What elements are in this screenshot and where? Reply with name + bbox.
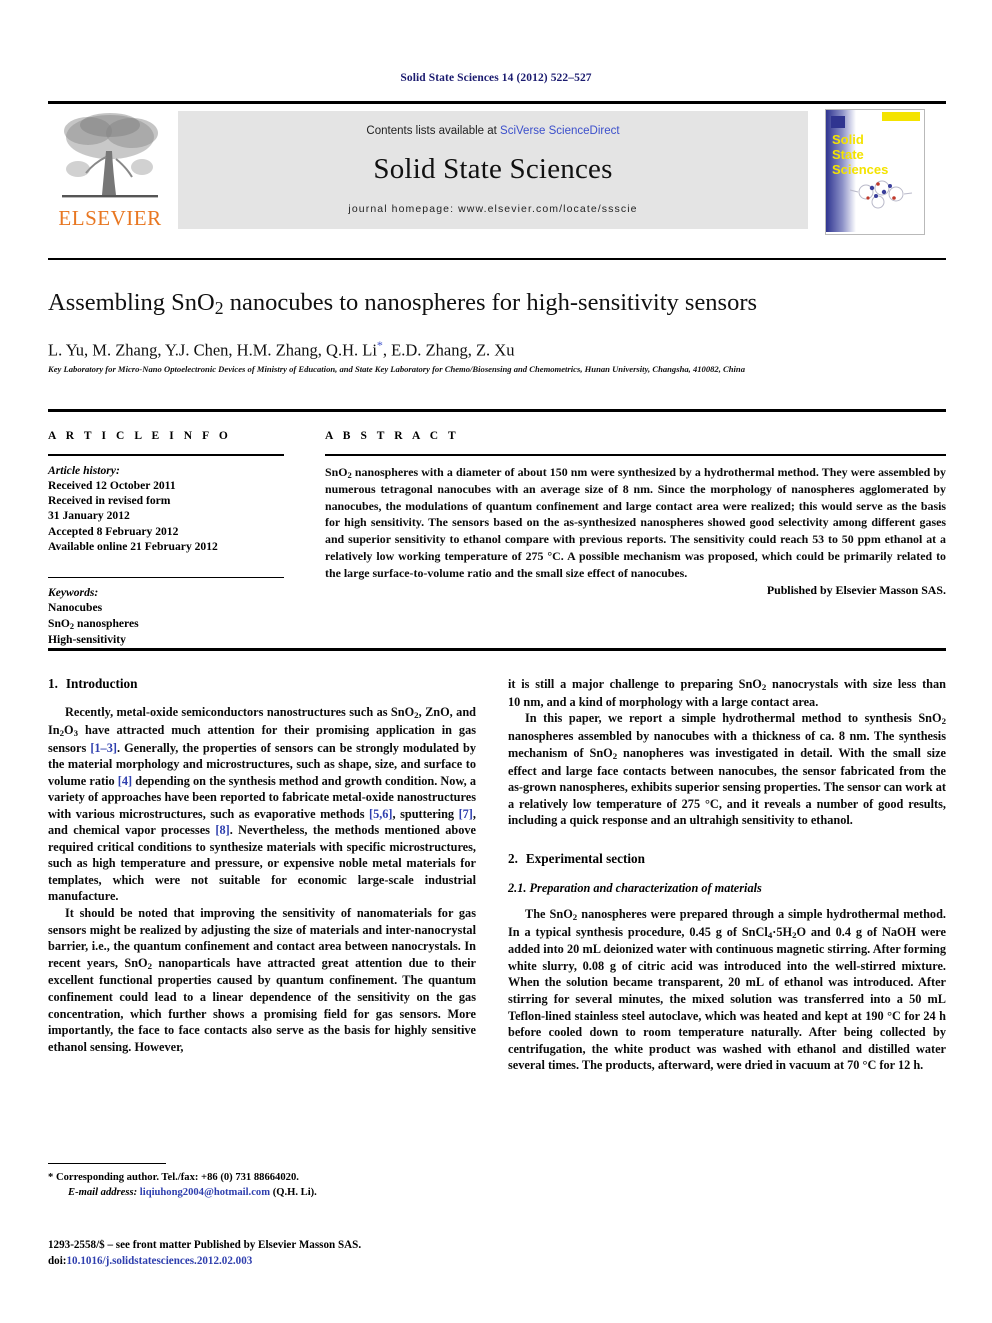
issn-line: 1293-2558/$ – see front matter Published… (48, 1239, 362, 1251)
title-top-rule (48, 258, 946, 260)
keywords-label: Keywords: (48, 586, 99, 600)
doi-link[interactable]: 10.1016/j.solidstatesciences.2012.02.003 (67, 1255, 253, 1267)
abstract-column: A B S T R A C T SnO2 nanospheres with a … (325, 430, 946, 598)
footnote-rule (48, 1163, 166, 1165)
footer-block: 1293-2558/$ – see front matter Published… (48, 1238, 488, 1269)
article-info-rule (48, 454, 284, 456)
history-item: 31 January 2012 (48, 509, 130, 523)
history-item: Accepted 8 February 2012 (48, 524, 179, 538)
corresponding-author-note: * Corresponding author. Tel./fax: +86 (0… (48, 1172, 299, 1184)
body-column-left: 1. Introduction Recently, metal-oxide sem… (48, 676, 476, 1055)
citation-link[interactable]: [4] (118, 774, 132, 788)
doi-line: doi:10.1016/j.solidstatesciences.2012.02… (48, 1254, 488, 1270)
section-number: 2. (508, 850, 518, 866)
title-subscript: 2 (214, 297, 224, 318)
citation-link[interactable]: [5,6] (369, 807, 393, 821)
email-note: E-mail address: liqiuhong2004@hotmail.co… (48, 1186, 476, 1201)
authors-head: L. Yu, M. Zhang, Y.J. Chen, H.M. Zhang, … (48, 340, 377, 360)
paragraph-intro-2: It should be noted that improving the se… (48, 906, 476, 1054)
section-title: Experimental section (525, 850, 645, 866)
contents-available-line: Contents lists available at SciVerse Sci… (178, 125, 808, 137)
section-heading-experimental: 2. Experimental section (508, 851, 946, 867)
sciencedirect-link[interactable]: SciVerse ScienceDirect (500, 125, 620, 137)
email-link[interactable]: liqiuhong2004@hotmail.com (137, 1187, 270, 1198)
citation-link[interactable]: [1–3] (90, 741, 117, 755)
keyword-item: High-sensitivity (48, 632, 126, 646)
abstract-rule (325, 454, 946, 456)
authors-tail: , E.D. Zhang, Z. Xu (382, 340, 515, 360)
svg-text:Solid: Solid (832, 132, 864, 147)
masthead-panel: Contents lists available at SciVerse Sci… (178, 111, 808, 229)
title-text-2: nanocubes to nanospheres for high-sensit… (223, 289, 758, 316)
footnote-block: * Corresponding author. Tel./fax: +86 (0… (48, 1163, 476, 1201)
journal-homepage[interactable]: journal homepage: www.elsevier.com/locat… (178, 203, 808, 215)
journal-masthead: ELSEVIER Contents lists available at Sci… (48, 101, 946, 235)
abstract-publisher-line: Published by Elsevier Masson SAS. (766, 583, 946, 598)
history-item: Available online 21 February 2012 (48, 540, 218, 554)
paragraph-experimental-1: The SnO2 nanospheres were prepared throu… (508, 906, 946, 1073)
abstract-heading: A B S T R A C T (325, 430, 460, 442)
elsevier-tree-icon (62, 113, 158, 198)
doi-prefix: doi: (48, 1254, 67, 1267)
body-top-rule (48, 648, 946, 651)
running-head: Solid State Sciences 14 (2012) 522–527 (400, 72, 592, 84)
journal-article-page: Solid State Sciences 14 (2012) 522–527 E… (0, 0, 992, 1323)
history-item: Received in revised form (48, 494, 171, 507)
paragraph-intro-1: Recently, metal-oxide semiconductors nan… (48, 705, 476, 904)
journal-cover-thumbnail: Solid State Sciences (825, 109, 925, 235)
keywords-rule (48, 576, 284, 579)
abstract-text: SnO2 nanospheres with a diameter of abou… (325, 464, 946, 581)
keyword-item: Nanocubes (48, 601, 103, 615)
keyword-item: SnO2 nanospheres (48, 616, 139, 631)
email-label: E-mail address: (68, 1187, 138, 1199)
subsection-heading-preparation: 2.1. Preparation and characterization of… (508, 880, 762, 895)
email-owner: (Q.H. Li). (270, 1187, 317, 1199)
article-info-heading: A R T I C L E I N F O (48, 430, 232, 442)
svg-text:State: State (832, 147, 864, 162)
body-column-right: it is still a major challenge to prepari… (508, 676, 946, 1074)
masthead-top-rule (48, 101, 946, 104)
cover-art-icon: Solid State Sciences (826, 110, 922, 232)
paragraph-intro-3: it is still a major challenge to prepari… (508, 677, 947, 709)
paragraph-intro-4: In this paper, we report a simple hydrot… (508, 711, 946, 828)
elsevier-logo: ELSEVIER (48, 109, 172, 233)
journal-title: Solid State Sciences (373, 153, 613, 185)
citation-link[interactable]: [8] (215, 823, 229, 837)
affiliation: Key Laboratory for Micro-Nano Optoelectr… (48, 364, 746, 374)
section-title: Introduction (65, 676, 138, 691)
title-text-1: Assembling SnO (48, 289, 215, 316)
article-info-column: A R T I C L E I N F O Article history: R… (48, 430, 284, 647)
elsevier-wordmark: ELSEVIER (58, 206, 162, 230)
svg-text:Sciences: Sciences (832, 162, 888, 177)
author-list: L. Yu, M. Zhang, Y.J. Chen, H.M. Zhang, … (48, 338, 946, 361)
contents-prefix: Contents lists available at (366, 125, 501, 137)
citation-link[interactable]: [7] (459, 807, 473, 821)
article-history-label: Article history: (48, 463, 120, 477)
section-heading-introduction: 1. Introduction (48, 676, 476, 692)
article-title: Assembling SnO2 nanocubes to nanospheres… (48, 288, 946, 319)
info-section-top-rule (48, 409, 946, 412)
history-item: Received 12 October 2011 (48, 478, 176, 492)
section-number: 1. (48, 676, 58, 691)
